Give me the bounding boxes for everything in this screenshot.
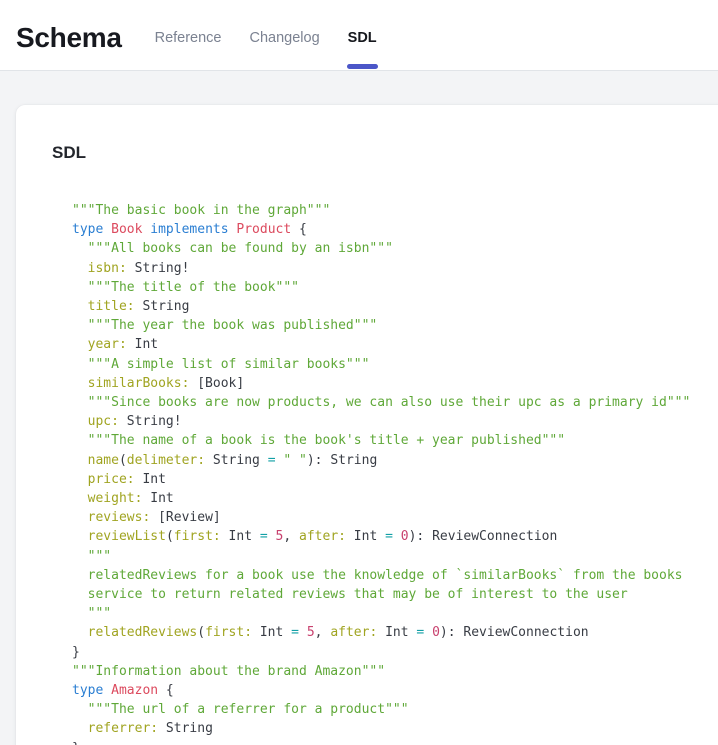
code-line: isbn: String!	[72, 259, 700, 278]
code-line: reviewList(first: Int = 5, after: Int = …	[72, 527, 700, 546]
sdl-code-block: """The basic book in the graph"""type Bo…	[72, 201, 700, 745]
code-line: year: Int	[72, 335, 700, 354]
content-area: SDL """The basic book in the graph"""typ…	[0, 71, 718, 745]
code-line: weight: Int	[72, 489, 700, 508]
card-heading: SDL	[52, 143, 700, 163]
code-line: referrer: String	[72, 719, 700, 738]
code-line: title: String	[72, 297, 700, 316]
code-line: """All books can be found by an isbn"""	[72, 239, 700, 258]
tab-changelog[interactable]: Changelog	[249, 6, 321, 70]
code-line: service to return related reviews that m…	[72, 585, 700, 604]
code-line: price: Int	[72, 470, 700, 489]
code-line: reviews: [Review]	[72, 508, 700, 527]
code-line: """Since books are now products, we can …	[72, 393, 700, 412]
code-line: relatedReviews(first: Int = 5, after: In…	[72, 623, 700, 642]
code-line: """The title of the book"""	[72, 278, 700, 297]
code-line: """The name of a book is the book's titl…	[72, 431, 700, 450]
code-line: similarBooks: [Book]	[72, 374, 700, 393]
code-line: """A simple list of similar books"""	[72, 355, 700, 374]
page-title: Schema	[16, 22, 122, 54]
code-line: type Book implements Product {	[72, 220, 700, 239]
tab-reference[interactable]: Reference	[154, 6, 223, 70]
code-line: """	[72, 547, 700, 566]
code-line: """The url of a referrer for a product""…	[72, 700, 700, 719]
code-line: """Information about the brand Amazon"""	[72, 662, 700, 681]
code-line: """The basic book in the graph"""	[72, 201, 700, 220]
tab-sdl[interactable]: SDL	[347, 6, 378, 70]
code-line: """The year the book was published"""	[72, 316, 700, 335]
code-line: type Amazon {	[72, 681, 700, 700]
sdl-card: SDL """The basic book in the graph"""typ…	[16, 105, 718, 745]
code-line: }	[72, 643, 700, 662]
code-line: relatedReviews for a book use the knowle…	[72, 566, 700, 585]
code-line: """	[72, 604, 700, 623]
code-line: upc: String!	[72, 412, 700, 431]
tab-bar: Reference Changelog SDL	[154, 6, 378, 70]
code-line: }	[72, 739, 700, 745]
code-line: name(delimeter: String = " "): String	[72, 451, 700, 470]
page-header: Schema Reference Changelog SDL	[0, 0, 718, 71]
